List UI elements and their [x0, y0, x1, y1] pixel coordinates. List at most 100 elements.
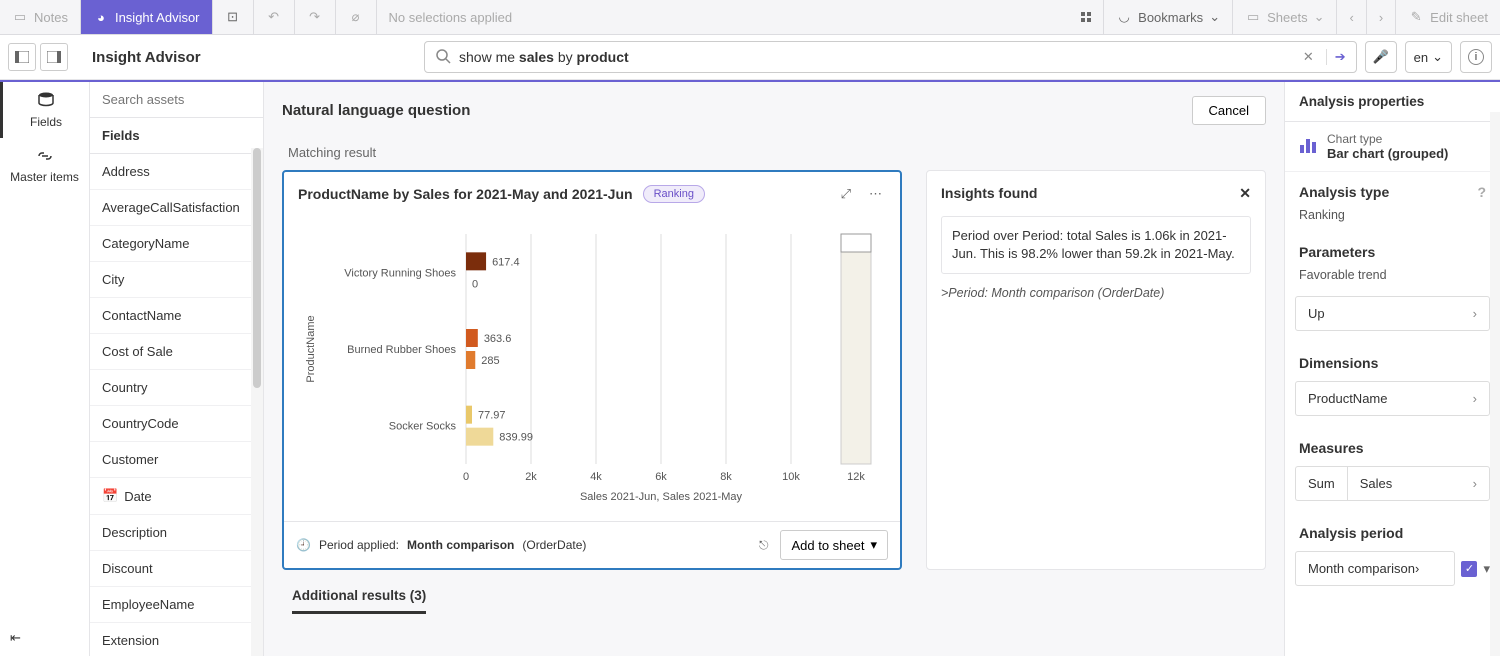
chevron-down-icon: ⌄: [1432, 49, 1443, 65]
field-item[interactable]: CategoryName: [90, 226, 263, 262]
bar-chart[interactable]: 02k4k6k8k10k12kVictory Running Shoes617.…: [292, 224, 880, 514]
chevron-right-icon: ›: [1473, 306, 1477, 321]
search-assets-input[interactable]: [90, 82, 263, 118]
dimension-selector[interactable]: ProductName ›: [1295, 381, 1490, 416]
fields-tab[interactable]: Fields: [0, 82, 89, 138]
dimension-value: ProductName: [1308, 391, 1387, 406]
field-item[interactable]: Cost of Sale: [90, 334, 263, 370]
notes-tab[interactable]: ▭ Notes: [0, 0, 81, 34]
analysis-period-selector[interactable]: Month comparison ›: [1295, 551, 1455, 586]
collapse-icon: ⇤: [10, 630, 21, 645]
right-panel-scrollbar[interactable]: [1490, 112, 1500, 656]
fullscreen-button[interactable]: ⤢: [837, 182, 855, 206]
field-item[interactable]: Discount: [90, 551, 263, 587]
add-to-sheet-button[interactable]: Add to sheet ▾: [780, 530, 888, 560]
global-selections-button[interactable]: [1069, 0, 1104, 34]
center-panel: Natural language question Cancel Matchin…: [264, 82, 1284, 656]
insight-text: Period over Period: total Sales is 1.06k…: [941, 216, 1251, 274]
svg-text:839.99: 839.99: [499, 432, 533, 444]
bookmark-icon: ◡: [1116, 9, 1132, 25]
favorable-trend-value: Up: [1308, 306, 1325, 321]
field-item[interactable]: Country: [90, 370, 263, 406]
step-back-button[interactable]: ↶: [254, 0, 295, 34]
favorable-trend-selector[interactable]: Up ›: [1295, 296, 1490, 331]
prev-sheet-button[interactable]: ‹: [1337, 0, 1366, 34]
collapse-panel-button[interactable]: ⇤: [0, 620, 89, 656]
chart-card: ProductName by Sales for 2021-May and 20…: [282, 170, 902, 570]
field-item[interactable]: EmployeeName: [90, 587, 263, 623]
help-icon[interactable]: ?: [1477, 184, 1486, 200]
voice-input-button[interactable]: 🎤: [1365, 41, 1397, 73]
field-item[interactable]: ContactName: [90, 298, 263, 334]
nlq-search-box[interactable]: show me sales by product ✕ ➔: [424, 41, 1357, 73]
field-item[interactable]: Extension: [90, 623, 263, 656]
svg-text:2k: 2k: [525, 471, 537, 483]
svg-text:285: 285: [481, 355, 499, 367]
bookmarks-label: Bookmarks: [1138, 10, 1203, 25]
cancel-button[interactable]: Cancel: [1192, 96, 1266, 125]
additional-results-tab[interactable]: Additional results (3): [264, 570, 1284, 614]
field-item[interactable]: AverageCallSatisfaction: [90, 190, 263, 226]
insight-note: >Period: Month comparison (OrderDate): [941, 286, 1251, 300]
explore-button[interactable]: ⎋: [755, 534, 773, 557]
close-insights-button[interactable]: ✕: [1239, 185, 1251, 202]
chevron-right-icon: ›: [1415, 561, 1419, 576]
field-item[interactable]: Description: [90, 515, 263, 551]
clear-icon: ⌀: [348, 9, 364, 25]
measure-selector[interactable]: Sum Sales ›: [1295, 466, 1490, 501]
field-item[interactable]: Address: [90, 154, 263, 190]
clear-search-icon[interactable]: ✕: [1303, 49, 1314, 65]
chart-type-row[interactable]: Chart type Bar chart (grouped): [1285, 122, 1500, 172]
svg-text:Sales 2021-Jun, Sales 2021-May: Sales 2021-Jun, Sales 2021-May: [580, 491, 743, 503]
more-options-button[interactable]: ⋯: [865, 182, 886, 206]
caret-down-icon: ▾: [870, 537, 877, 553]
help-button[interactable]: i: [1460, 41, 1492, 73]
explore-icon: ⎋: [759, 538, 769, 552]
field-item[interactable]: City: [90, 262, 263, 298]
analysis-properties-panel: Analysis properties Chart type Bar chart…: [1284, 82, 1500, 656]
toggle-left-panel[interactable]: [8, 43, 36, 71]
pencil-icon: ✎: [1408, 9, 1424, 25]
toggle-right-panel[interactable]: [40, 43, 68, 71]
smart-search-button[interactable]: ⊡: [213, 0, 254, 34]
field-item[interactable]: 📅Date: [90, 478, 263, 515]
svg-text:4k: 4k: [590, 471, 602, 483]
clock-icon: 🕘: [296, 538, 311, 552]
fields-scrollbar[interactable]: [251, 148, 263, 656]
edit-sheet-label: Edit sheet: [1430, 10, 1488, 25]
step-forward-button[interactable]: ↷: [295, 0, 336, 34]
analysis-period-value: Month comparison: [1308, 561, 1415, 576]
step-back-icon: ↶: [266, 9, 282, 25]
insight-advisor-label: Insight Advisor: [115, 10, 200, 25]
sheets-label: Sheets: [1267, 10, 1307, 25]
favorable-trend-label: Favorable trend: [1285, 266, 1500, 292]
fields-list[interactable]: AddressAverageCallSatisfactionCategoryNa…: [90, 154, 263, 656]
measures-section: Measures: [1285, 428, 1500, 462]
chevron-down-icon: ⌄: [1209, 9, 1220, 25]
edit-sheet-button[interactable]: ✎ Edit sheet: [1396, 0, 1500, 34]
svg-text:ProductName: ProductName: [305, 315, 317, 382]
sheets-dropdown[interactable]: ▭ Sheets ⌄: [1233, 0, 1337, 34]
svg-text:617.4: 617.4: [492, 256, 520, 268]
selection-search-icon: ⊡: [225, 9, 241, 25]
microphone-icon: 🎤: [1373, 49, 1389, 65]
chart-body: 02k4k6k8k10k12kVictory Running Shoes617.…: [284, 216, 900, 521]
field-item[interactable]: CountryCode: [90, 406, 263, 442]
language-selector[interactable]: en ⌄: [1405, 41, 1452, 73]
next-sheet-button[interactable]: ›: [1367, 0, 1396, 34]
chart-type-value: Bar chart (grouped): [1327, 146, 1448, 161]
bar-chart-icon: [1299, 137, 1317, 156]
top-toolbar: ▭ Notes ◕ Insight Advisor ⊡ ↶ ↷ ⌀ No sel…: [0, 0, 1500, 35]
submit-search-icon[interactable]: ➔: [1326, 49, 1346, 65]
insight-header-bar: Insight Advisor show me sales by product…: [0, 35, 1500, 80]
bookmarks-dropdown[interactable]: ◡ Bookmarks ⌄: [1104, 0, 1233, 34]
period-applied-label: Period applied:: [319, 538, 399, 552]
insight-advisor-tab[interactable]: ◕ Insight Advisor: [81, 0, 213, 34]
master-items-tab[interactable]: Master items: [0, 138, 89, 194]
nlq-search-input[interactable]: show me sales by product: [459, 49, 1295, 65]
insights-card: Insights found ✕ Period over Period: tot…: [926, 170, 1266, 570]
field-item[interactable]: Customer: [90, 442, 263, 478]
clear-selections-button[interactable]: ⌀: [336, 0, 377, 34]
measure-agg[interactable]: Sum: [1295, 466, 1347, 501]
period-checkbox[interactable]: ✓: [1461, 561, 1477, 577]
